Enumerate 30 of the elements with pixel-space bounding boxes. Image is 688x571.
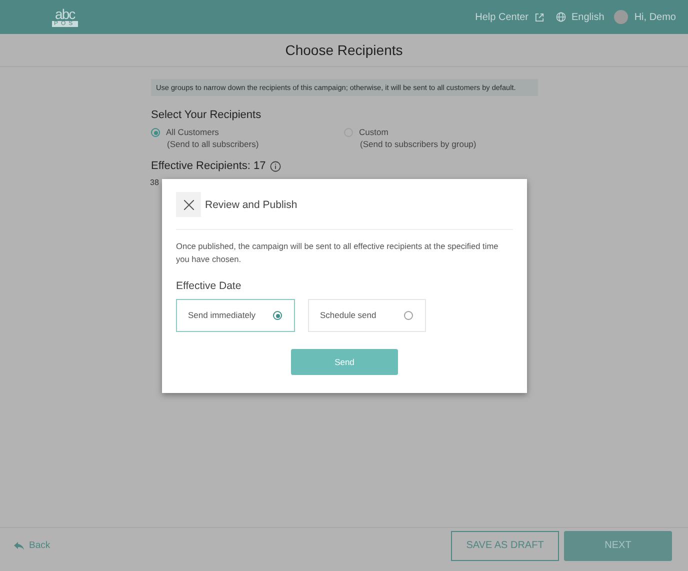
option-note: (Send to subscribers by group)	[359, 139, 476, 149]
info-icon[interactable]	[270, 160, 281, 172]
radio-button	[404, 311, 413, 320]
language-selector[interactable]: English	[572, 12, 604, 22]
external-link-icon	[534, 12, 544, 22]
dialog-message: Once published, the campaign will be sent to all effective recipients at the specified time you have chosen.	[176, 240, 500, 266]
back-link[interactable]: Back	[14, 540, 50, 551]
globe-icon	[556, 12, 566, 22]
page-title: Choose Recipients	[285, 42, 403, 58]
option-note: (Send to all subscribers)	[166, 139, 259, 149]
next-button[interactable]: NEXT	[564, 530, 672, 560]
dialog-title: Review and Publish	[205, 198, 298, 210]
close-button[interactable]	[176, 192, 201, 217]
section-title: Select Your Recipients	[151, 109, 262, 121]
reply-arrow-icon	[14, 542, 24, 550]
radio-button[interactable]	[151, 128, 160, 137]
close-icon	[184, 200, 194, 210]
radio-button	[273, 311, 282, 320]
option-label: All Customers	[166, 127, 220, 137]
option-label: Custom	[359, 127, 390, 137]
avatar	[614, 10, 628, 24]
date-label: Effective Date	[176, 280, 242, 292]
save-draft-button[interactable]: SAVE AS DRAFT	[451, 530, 559, 560]
effective-recipients: Effective Recipients: 17	[151, 160, 266, 172]
send-option[interactable]: Send immediately	[176, 298, 295, 332]
recipient-count: 38	[150, 178, 160, 187]
user-greeting[interactable]: Hi, Demo	[634, 12, 676, 22]
send-option[interactable]: Schedule send	[308, 298, 426, 332]
help-center-link[interactable]: Help Center	[475, 12, 528, 22]
send-button[interactable]: Send	[291, 348, 398, 375]
